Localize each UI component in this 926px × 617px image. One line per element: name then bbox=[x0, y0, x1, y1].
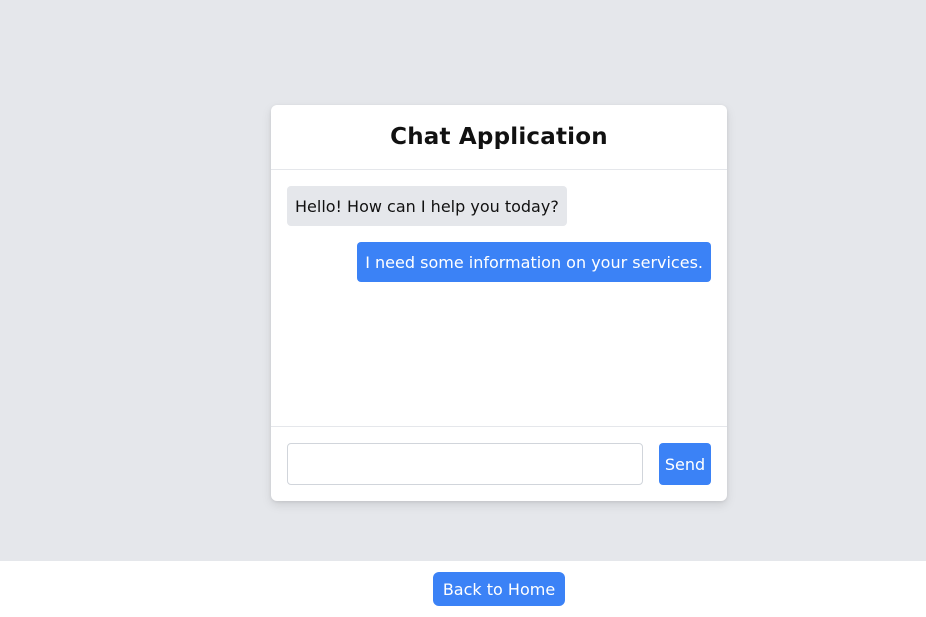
send-button[interactable]: Send bbox=[659, 443, 711, 485]
incoming-message: Hello! How can I help you today? bbox=[287, 186, 567, 226]
outgoing-message: I need some information on your services… bbox=[357, 242, 711, 282]
message-input[interactable] bbox=[287, 443, 643, 485]
footer: Back to Home bbox=[0, 561, 926, 617]
page-title: Chat Application bbox=[390, 124, 608, 150]
chat-header: Chat Application bbox=[271, 105, 727, 170]
message-list: Hello! How can I help you today? I need … bbox=[271, 170, 727, 426]
message-composer: Send bbox=[271, 426, 727, 501]
chat-window: Chat Application Hello! How can I help y… bbox=[271, 105, 727, 501]
page-background: Chat Application Hello! How can I help y… bbox=[0, 0, 926, 561]
back-to-home-button[interactable]: Back to Home bbox=[433, 572, 565, 606]
